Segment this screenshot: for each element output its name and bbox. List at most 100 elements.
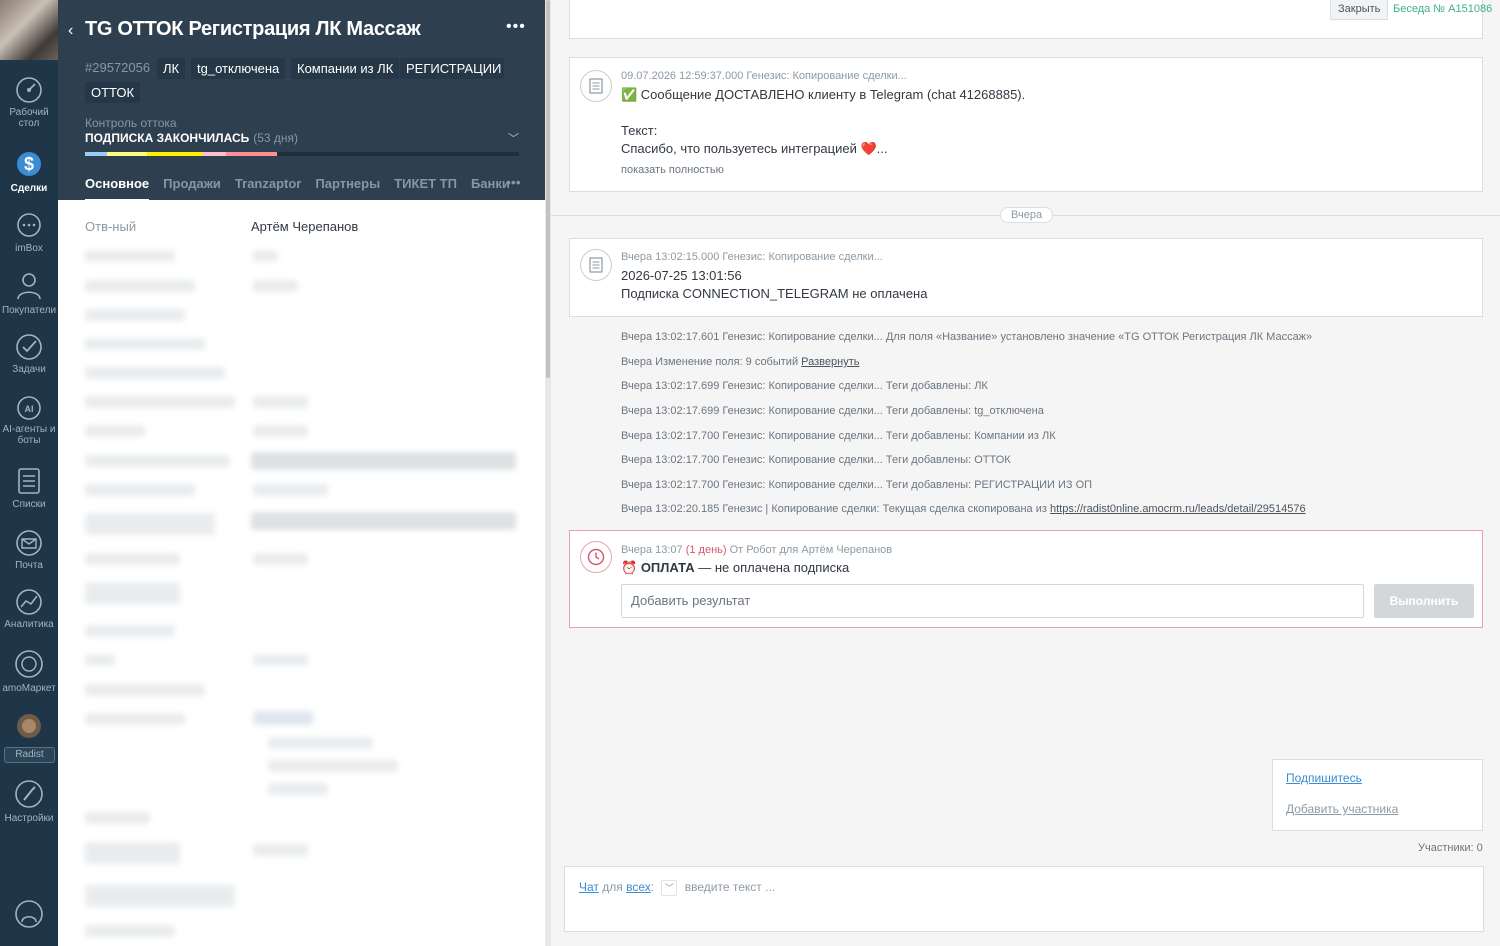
nav-label: Аналитика: [4, 619, 54, 630]
left-nav: Рабочий стол $ Сделки imBox Покупатели З…: [0, 0, 58, 946]
nav-label: Настройки: [4, 813, 54, 824]
ai-agents-icon: AI: [17, 396, 41, 420]
participants-box: Подпишитесь Добавить участника: [1272, 759, 1483, 831]
message-card: Вчера 13:02:15.000 Генезис: Копирование …: [569, 238, 1483, 317]
chevron-down-icon[interactable]: ﹀: [508, 130, 519, 146]
card-scrollbar-thumb[interactable]: [546, 0, 550, 378]
nav-item-tasks[interactable]: Задачи: [0, 333, 58, 375]
source-deal-link[interactable]: https://radist0nline.amocrm.ru/leads/det…: [1050, 503, 1306, 515]
more-icon[interactable]: •••: [506, 18, 526, 36]
message-text: Спасибо, что пользуетесь интеграцией ❤️.…: [621, 141, 888, 156]
chevron-down-icon[interactable]: ﹀: [661, 880, 678, 896]
task-card: Вчера 13:07 (1 день) От Робот для Артём …: [569, 530, 1483, 628]
blurred-field-value: [253, 250, 278, 262]
pipeline-stage: [226, 152, 277, 156]
subscribe-link[interactable]: Подпишитесь: [1286, 771, 1362, 785]
clock-icon: [580, 541, 612, 573]
event-line: Вчера 13:02:17.699 Генезис: Копирование …: [621, 380, 988, 392]
blurred-field-label: [85, 654, 115, 666]
user-avatar[interactable]: [0, 0, 58, 60]
chat-for-label: для: [602, 880, 623, 895]
event-line: Вчера Изменение поля: 9 событий Разверну…: [621, 356, 859, 368]
blurred-field-value: [253, 280, 298, 292]
tab-ticket[interactable]: ТИКЕТ ТП: [394, 176, 457, 201]
expand-events-link[interactable]: Развернуть: [801, 356, 859, 368]
chat-input[interactable]: введите текст ...: [685, 880, 775, 894]
blurred-field-label: [85, 925, 175, 937]
pipeline-status[interactable]: ПОДПИСКА ЗАКОНЧИЛАСЬ (53 дня): [85, 131, 298, 145]
blurred-field-label: [85, 250, 175, 262]
nav-item-mail[interactable]: Почта: [0, 529, 58, 571]
chat-recipient-selector[interactable]: всех: [626, 880, 651, 894]
tag[interactable]: tg_отключена: [191, 58, 286, 79]
task-result-input[interactable]: Добавить результат: [621, 584, 1364, 618]
day-label: Вчера: [1000, 207, 1054, 223]
nav-item-imbox[interactable]: imBox: [0, 212, 58, 254]
tab-banks[interactable]: Банки: [471, 176, 510, 201]
show-more-link[interactable]: показать полностью: [621, 164, 724, 176]
back-chevron-icon[interactable]: ‹: [68, 22, 73, 40]
tag[interactable]: РЕГИСТРАЦИИ И: [400, 58, 504, 79]
blurred-field-value: [251, 512, 516, 530]
blurred-field-value: [268, 737, 373, 749]
svg-text:$: $: [24, 154, 34, 174]
message-text: Текст:: [621, 123, 658, 138]
nav-label: Задачи: [12, 364, 46, 375]
nav-item-deals[interactable]: $ Сделки: [0, 148, 58, 194]
dashboard-icon: [16, 77, 42, 103]
nav-item-radist-avatar[interactable]: [0, 712, 58, 743]
tag[interactable]: ЛК: [157, 58, 186, 79]
blurred-field-label: [85, 367, 225, 379]
conversation-link[interactable]: Беседа № A151086: [1393, 3, 1492, 15]
blurred-field-label: [85, 396, 235, 408]
chat-composer[interactable]: Чат для всех: ﹀ введите текст ...: [564, 866, 1484, 932]
nav-item-customers[interactable]: Покупатели: [0, 270, 58, 316]
market-icon: [15, 650, 43, 678]
pipeline-stage: [107, 152, 147, 156]
conversation-card: Закрыть Беседа № A151086: [569, 0, 1492, 39]
nav-label: Покупатели: [1, 305, 57, 316]
pipeline-status-days: (53 дня): [253, 131, 299, 145]
document-icon: [580, 70, 612, 102]
blurred-field-value: [251, 452, 516, 470]
blurred-field-label: [85, 812, 150, 824]
nav-item-settings[interactable]: Настройки: [0, 778, 58, 824]
deal-title[interactable]: TG ОТТОК Регистрация ЛК Массаж: [85, 18, 421, 41]
blurred-field-value: [268, 760, 398, 772]
pipeline-stage: [147, 152, 202, 156]
nav-item-market[interactable]: amoМаркет: [0, 648, 58, 694]
event-line: Вчера 13:02:17.700 Генезис: Копирование …: [621, 430, 1056, 442]
close-conversation-button[interactable]: Закрыть: [1330, 0, 1389, 20]
blurred-field-value: [253, 711, 313, 725]
blurred-field-label: [85, 582, 180, 604]
nav-label: Сделки: [10, 183, 48, 194]
nav-item-ai-agents[interactable]: AI AI-агенты и боты: [0, 393, 58, 446]
message-card: 09.07.2026 12:59:37.000 Генезис: Копиров…: [569, 57, 1483, 192]
responsible-value[interactable]: Артём Черепанов: [251, 219, 358, 234]
nav-item-lists[interactable]: Списки: [0, 466, 58, 510]
task-from: От Робот для Артём Черепанов: [729, 544, 893, 556]
tabs-more-icon[interactable]: •••: [506, 174, 521, 190]
blurred-field-label: [85, 885, 235, 907]
tab-partners[interactable]: Партнеры: [315, 176, 380, 201]
blurred-field-label: [85, 513, 215, 535]
settings-icon: [15, 780, 43, 808]
radist-badge[interactable]: Radist: [4, 747, 55, 763]
tab-sales[interactable]: Продажи: [163, 176, 221, 201]
tab-tranzaptor[interactable]: Tranzaptor: [235, 176, 301, 201]
blurred-field-value: [253, 553, 308, 565]
pipeline-status-name: ПОДПИСКА ЗАКОНЧИЛАСЬ: [85, 131, 250, 145]
tab-main[interactable]: Основное: [85, 176, 150, 201]
blurred-field-value: [253, 425, 308, 437]
tag[interactable]: ОТТОК: [85, 82, 141, 103]
add-participant-link[interactable]: Добавить участника: [1286, 802, 1398, 816]
nav-item-support[interactable]: [0, 898, 58, 933]
blurred-field-label: [85, 553, 180, 565]
nav-item-dashboard[interactable]: Рабочий стол: [0, 76, 58, 129]
execute-task-button[interactable]: Выполнить: [1374, 584, 1474, 618]
nav-item-analytics[interactable]: Аналитика: [0, 588, 58, 630]
tag[interactable]: Компании из ЛК: [291, 58, 400, 79]
chat-type-selector[interactable]: Чат: [579, 880, 599, 894]
event-text: Вчера 13:02:20.185 Генезис | Копирование…: [621, 503, 1047, 515]
blurred-field-value: [253, 654, 308, 666]
